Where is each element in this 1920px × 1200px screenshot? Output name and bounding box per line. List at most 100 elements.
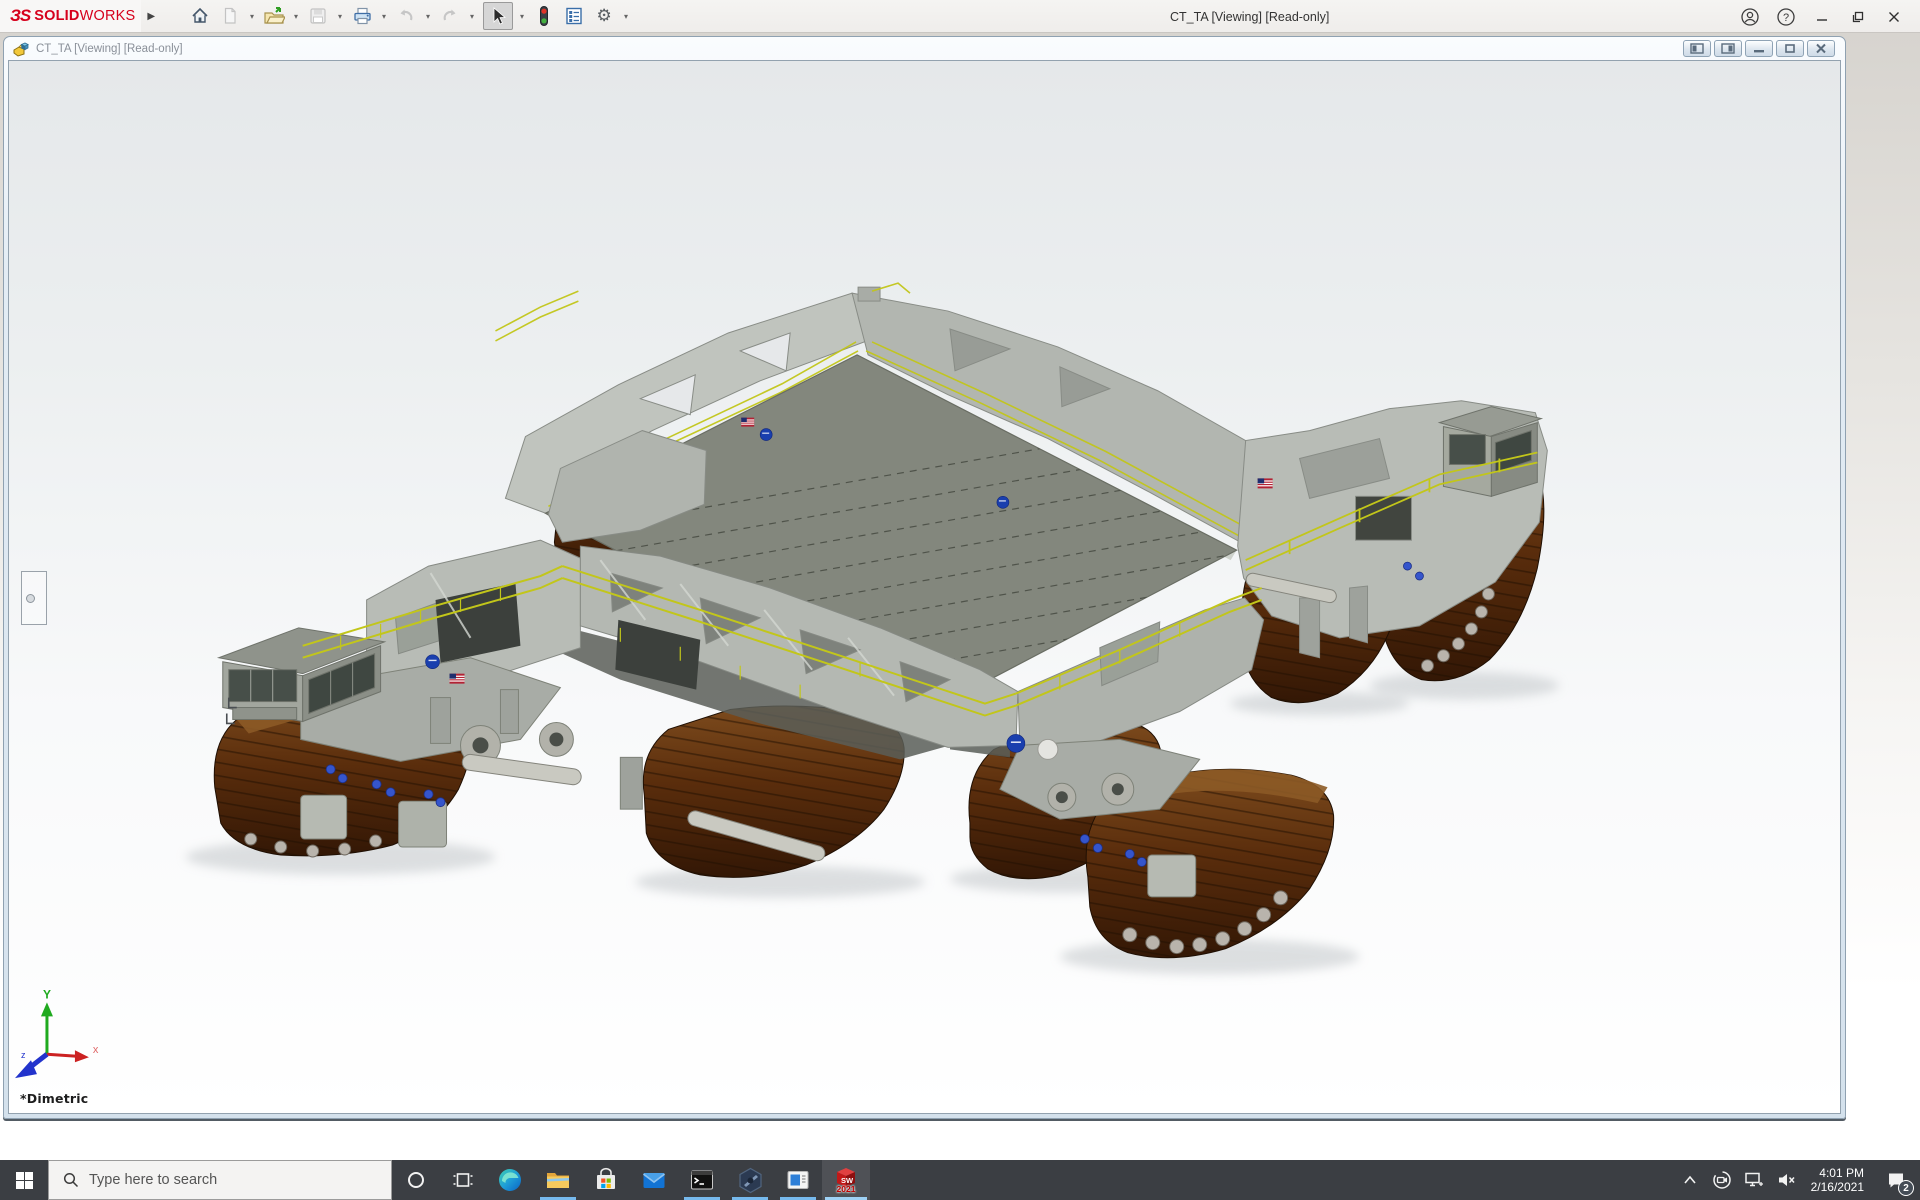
meet-now-icon (1712, 1170, 1732, 1190)
select-cursor-button[interactable] (483, 2, 513, 30)
save-caret[interactable]: ▾ (335, 12, 345, 21)
menu-flyout-arrow-icon[interactable]: ▶ (147, 11, 155, 22)
mail-icon (641, 1167, 667, 1193)
account-button[interactable] (1736, 4, 1764, 30)
print-caret[interactable]: ▾ (379, 12, 389, 21)
new-document-button[interactable] (217, 3, 243, 29)
taskbar-app-mail[interactable] (630, 1160, 678, 1200)
windows-taskbar: Type here to search (0, 1160, 1920, 1200)
taskbar-app-hexagon[interactable] (726, 1160, 774, 1200)
clock-time: 4:01 PM (1811, 1166, 1864, 1180)
window-app-icon (785, 1167, 811, 1193)
crawler-transporter-model[interactable]: Y x z (9, 61, 1840, 1113)
settings-caret[interactable]: ▾ (621, 12, 631, 21)
redo-icon (440, 6, 460, 26)
document-restore-icon (1783, 43, 1797, 54)
save-floppy-icon (308, 6, 328, 26)
solidworks-year-label: 2021 (837, 1184, 856, 1194)
taskbar-clock[interactable]: 4:01 PM 2/16/2021 (1805, 1166, 1870, 1194)
right-cab (1439, 407, 1541, 497)
taskbar-app-edge[interactable] (486, 1160, 534, 1200)
redo-caret[interactable]: ▾ (467, 12, 477, 21)
cortana-button[interactable] (392, 1160, 439, 1200)
network-button[interactable] (1741, 1160, 1767, 1200)
meet-now-button[interactable] (1709, 1160, 1735, 1200)
volume-button[interactable] (1773, 1160, 1799, 1200)
graphics-viewport[interactable]: Y x z *Dimetric (8, 60, 1841, 1114)
document-restore-button[interactable] (1776, 40, 1804, 57)
taskbar-app-window[interactable] (774, 1160, 822, 1200)
taskbar-app-file-explorer[interactable] (534, 1160, 582, 1200)
close-icon (1886, 9, 1902, 25)
main-toolbar: ▾ ▾ ▾ (187, 2, 631, 30)
display-options-button[interactable] (561, 3, 587, 29)
taskbar-app-store[interactable] (582, 1160, 630, 1200)
app-window-title: CT_TA [Viewing] [Read-only] (1170, 0, 1329, 33)
undo-icon (396, 6, 416, 26)
document-window: CT_TA [Viewing] [Read-only] (3, 36, 1846, 1119)
orientation-triad: Y x z (15, 987, 99, 1078)
gear-icon: ⚙ (596, 6, 611, 26)
print-button[interactable] (349, 3, 375, 29)
search-icon (63, 1172, 79, 1188)
feature-panel-collapsed-handle[interactable] (21, 571, 47, 625)
file-explorer-icon (545, 1167, 571, 1193)
svg-text:x: x (93, 1044, 99, 1056)
taskbar-app-solidworks[interactable]: SW 2021 (822, 1160, 870, 1200)
home-button[interactable] (187, 3, 213, 29)
undo-caret[interactable]: ▾ (423, 12, 433, 21)
save-button[interactable] (305, 3, 331, 29)
document-title: CT_TA [Viewing] [Read-only] (36, 43, 183, 55)
open-folder-icon (263, 6, 285, 26)
settings-button[interactable]: ⚙ (591, 3, 617, 29)
selection-traffic-light-button[interactable] (531, 3, 557, 29)
task-view-icon (453, 1171, 473, 1189)
restore-icon (1850, 9, 1866, 25)
chevron-up-icon (1683, 1175, 1697, 1185)
split-pane-left-button[interactable] (1683, 40, 1711, 57)
brand-works: WORKS (80, 8, 136, 24)
document-close-button[interactable] (1807, 40, 1835, 57)
help-icon: ? (1776, 7, 1796, 27)
restore-button[interactable] (1844, 4, 1872, 30)
open-document-button[interactable] (261, 3, 287, 29)
taskbar-app-command-prompt[interactable] (678, 1160, 726, 1200)
select-cursor-caret[interactable]: ▾ (517, 12, 527, 21)
white-emblem (1038, 739, 1058, 759)
help-button[interactable]: ? (1772, 4, 1800, 30)
taskbar-search-box[interactable]: Type here to search (48, 1160, 392, 1200)
new-document-icon (220, 6, 240, 26)
document-close-icon (1814, 43, 1828, 54)
account-icon (1740, 7, 1760, 27)
edge-icon (497, 1167, 523, 1193)
open-document-caret[interactable]: ▾ (291, 12, 301, 21)
start-button[interactable] (0, 1160, 48, 1200)
new-document-caret[interactable]: ▾ (247, 12, 257, 21)
action-center-button[interactable]: 2 (1876, 1160, 1916, 1200)
home-icon (190, 6, 210, 26)
close-button[interactable] (1880, 4, 1908, 30)
minimize-icon (1814, 9, 1830, 25)
taskbar-empty-space (870, 1160, 1677, 1200)
traffic-light-icon (536, 5, 552, 27)
hidden-icons-button[interactable] (1677, 1160, 1703, 1200)
document-minimize-icon (1752, 43, 1766, 54)
svg-text:z: z (21, 1050, 26, 1060)
app-window-controls: ? (1736, 0, 1920, 33)
cortana-icon (407, 1171, 425, 1189)
svg-text:Y: Y (43, 987, 51, 1001)
split-pane-right-button[interactable] (1714, 40, 1742, 57)
redo-button[interactable] (437, 3, 463, 29)
document-minimize-button[interactable] (1745, 40, 1773, 57)
volume-muted-icon (1776, 1171, 1796, 1189)
app-titlebar: ЗS SOLIDWORKS ▶ ▾ (0, 0, 1920, 33)
panel-handle-grip (26, 594, 35, 603)
minimize-button[interactable] (1808, 4, 1836, 30)
system-tray: 4:01 PM 2/16/2021 2 (1677, 1160, 1920, 1200)
document-titlebar[interactable]: CT_TA [Viewing] [Read-only] (8, 37, 1841, 60)
view-orientation-label: *Dimetric (20, 1091, 88, 1106)
network-icon (1744, 1171, 1764, 1189)
task-view-button[interactable] (439, 1160, 486, 1200)
store-icon (593, 1167, 619, 1193)
undo-button[interactable] (393, 3, 419, 29)
